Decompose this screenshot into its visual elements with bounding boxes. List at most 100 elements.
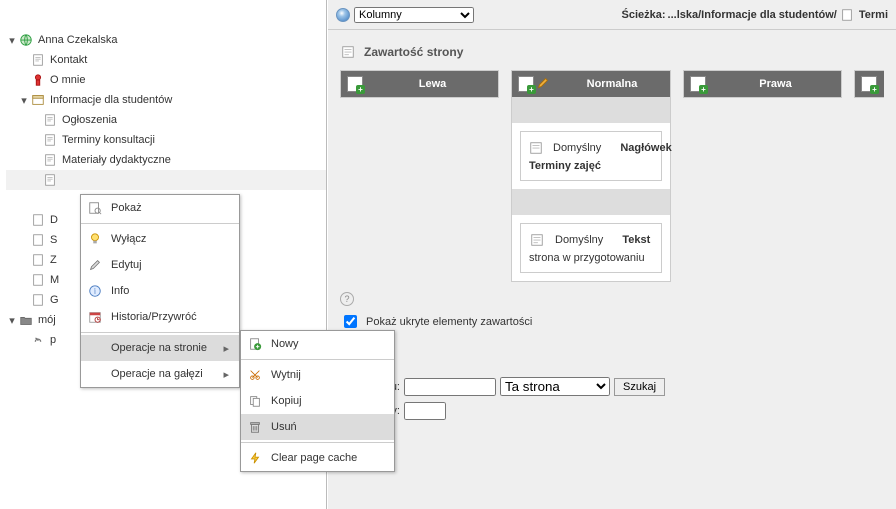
ctx-edit[interactable]: Edytuj xyxy=(81,252,239,278)
tree-label: D xyxy=(48,214,58,226)
show-hidden-row: Pokaż ukryte elementy zawartości xyxy=(340,312,884,331)
backend-indicator-icon xyxy=(336,8,350,22)
ctx-history[interactable]: Historia/Przywróć xyxy=(81,304,239,330)
tree-root[interactable]: ▾ Anna Czekalska xyxy=(6,30,326,50)
main-area: Kolumny Ścieżka: ...lska/Informacje dla … xyxy=(328,0,896,509)
path-label: Ścieżka: xyxy=(622,9,666,21)
tree-item-omnie[interactable]: O mnie xyxy=(6,70,326,90)
edit-icon[interactable] xyxy=(536,76,550,93)
page-icon xyxy=(42,112,58,128)
block-scope: Domyślny xyxy=(555,234,603,246)
page-icon xyxy=(30,212,46,228)
ctx-info[interactable]: i Info xyxy=(81,278,239,304)
show-hidden-checkbox[interactable] xyxy=(344,315,357,328)
ctx-branch-operations[interactable]: Operacje na gałęzi ▸ xyxy=(81,361,239,387)
info-icon: i xyxy=(87,283,103,299)
search-input-1[interactable] xyxy=(404,378,496,396)
ctx-copy[interactable]: Kopiuj xyxy=(241,388,394,414)
lightning-icon xyxy=(247,450,263,466)
tree-item-materialy[interactable]: Materiały dydaktyczne xyxy=(6,150,326,170)
search-scope-select[interactable]: Ta strona xyxy=(500,377,610,396)
collapse-icon[interactable]: ▾ xyxy=(6,314,18,327)
collapse-icon[interactable]: ▾ xyxy=(6,34,18,47)
block-type: Nagłówek xyxy=(620,142,671,154)
block-text: Terminy zajęć xyxy=(529,160,601,172)
page-icon xyxy=(30,292,46,308)
context-submenu-page-ops: Nowy Wytnij Kopiuj Usuń Clear page cache xyxy=(240,330,395,472)
help-icon[interactable]: ? xyxy=(340,292,354,306)
pencil-icon xyxy=(87,257,103,273)
column-title: Normalna xyxy=(560,78,664,90)
blank-icon xyxy=(87,340,103,356)
search-area: u: Ta strona Szukaj rdy: xyxy=(340,377,884,420)
page-icon xyxy=(42,172,58,188)
ctx-clear-cache[interactable]: Clear page cache xyxy=(241,445,394,471)
tree-item-terminy[interactable]: Terminy konsultacji xyxy=(6,130,326,150)
section-title-text: Zawartość strony xyxy=(364,45,463,59)
tree-label: p xyxy=(48,334,56,346)
trash-icon xyxy=(247,419,263,435)
block-scope: Domyślny xyxy=(553,142,601,154)
content-block-header[interactable]: Domyślny Nagłówek Terminy zajęć xyxy=(520,131,662,181)
add-content-icon[interactable] xyxy=(518,76,534,92)
folder-icon xyxy=(30,92,46,108)
content-block-text[interactable]: Domyślny Tekst strona w przygotowaniu xyxy=(520,223,662,273)
tree-item-ogloszenia[interactable]: Ogłoszenia xyxy=(6,110,326,130)
add-content-icon[interactable] xyxy=(690,76,706,92)
search-button[interactable]: Szukaj xyxy=(614,378,665,396)
page-icon xyxy=(30,272,46,288)
tree-label: G xyxy=(48,294,59,306)
tree-label: O mnie xyxy=(48,74,85,86)
add-content-icon[interactable] xyxy=(347,76,363,92)
add-content-icon[interactable] xyxy=(861,76,877,92)
layout-select[interactable]: Kolumny xyxy=(354,7,474,23)
column-header: Prawa xyxy=(684,71,841,97)
tree-item-active[interactable] xyxy=(6,170,326,190)
column-header xyxy=(855,71,884,97)
blank-icon xyxy=(87,366,103,382)
tree-label: mój xyxy=(36,314,56,326)
page-icon xyxy=(839,7,855,23)
tree-label: Materiały dydaktyczne xyxy=(60,154,171,166)
copy-icon xyxy=(247,393,263,409)
search-input-2[interactable] xyxy=(404,402,446,420)
ctx-label: Wyłącz xyxy=(111,233,146,245)
ctx-label: Pokaż xyxy=(111,202,142,214)
tree-label: Informacje dla studentów xyxy=(48,94,172,106)
page-icon xyxy=(42,132,58,148)
bulb-icon xyxy=(87,231,103,247)
tree-label: S xyxy=(48,234,57,246)
tree-label: Terminy konsultacji xyxy=(60,134,155,146)
ctx-label: Edytuj xyxy=(111,259,142,271)
breadcrumb: Ścieżka: ...lska/Informacje dla studentó… xyxy=(622,7,889,23)
ctx-show[interactable]: Pokaż xyxy=(81,195,239,221)
show-hidden-label: Pokaż ukryte elementy zawartości xyxy=(366,316,532,328)
ctx-page-operations[interactable]: Operacje na stronie ▸ xyxy=(81,335,239,361)
collapse-icon[interactable]: ▾ xyxy=(18,94,30,107)
ctx-delete[interactable]: Usuń xyxy=(241,414,394,440)
tree-item-kontakt[interactable]: Kontakt xyxy=(6,50,326,70)
folder-icon xyxy=(18,312,34,328)
column-header: Normalna xyxy=(512,71,670,97)
ctx-new[interactable]: Nowy xyxy=(241,331,394,357)
ctx-label: Info xyxy=(111,285,129,297)
context-menu-page: Pokaż Wyłącz Edytuj i Info Historia/Przy… xyxy=(80,194,240,388)
ctx-cut[interactable]: Wytnij xyxy=(241,362,394,388)
tree-label: Anna Czekalska xyxy=(36,34,118,46)
tree-label: Kontakt xyxy=(48,54,87,66)
column-title: Lewa xyxy=(373,78,492,90)
path-trunc: ...lska/Informacje dla studentów/ xyxy=(668,9,837,21)
ctx-label: Historia/Przywróć xyxy=(111,311,197,323)
block-text: strona w przygotowaniu xyxy=(529,252,653,264)
column-right: Prawa xyxy=(683,70,842,98)
ctx-disable[interactable]: Wyłącz xyxy=(81,226,239,252)
page-icon xyxy=(30,232,46,248)
tree-item-info[interactable]: ▾ Informacje dla studentów xyxy=(6,90,326,110)
ctx-label: Operacje na gałęzi xyxy=(111,368,203,380)
globe-icon xyxy=(18,32,34,48)
ctx-label: Operacje na stronie xyxy=(111,342,207,354)
column-left: Lewa xyxy=(340,70,499,98)
column-header: Lewa xyxy=(341,71,498,97)
block-type: Tekst xyxy=(622,234,650,246)
ctx-label: Nowy xyxy=(271,338,299,350)
